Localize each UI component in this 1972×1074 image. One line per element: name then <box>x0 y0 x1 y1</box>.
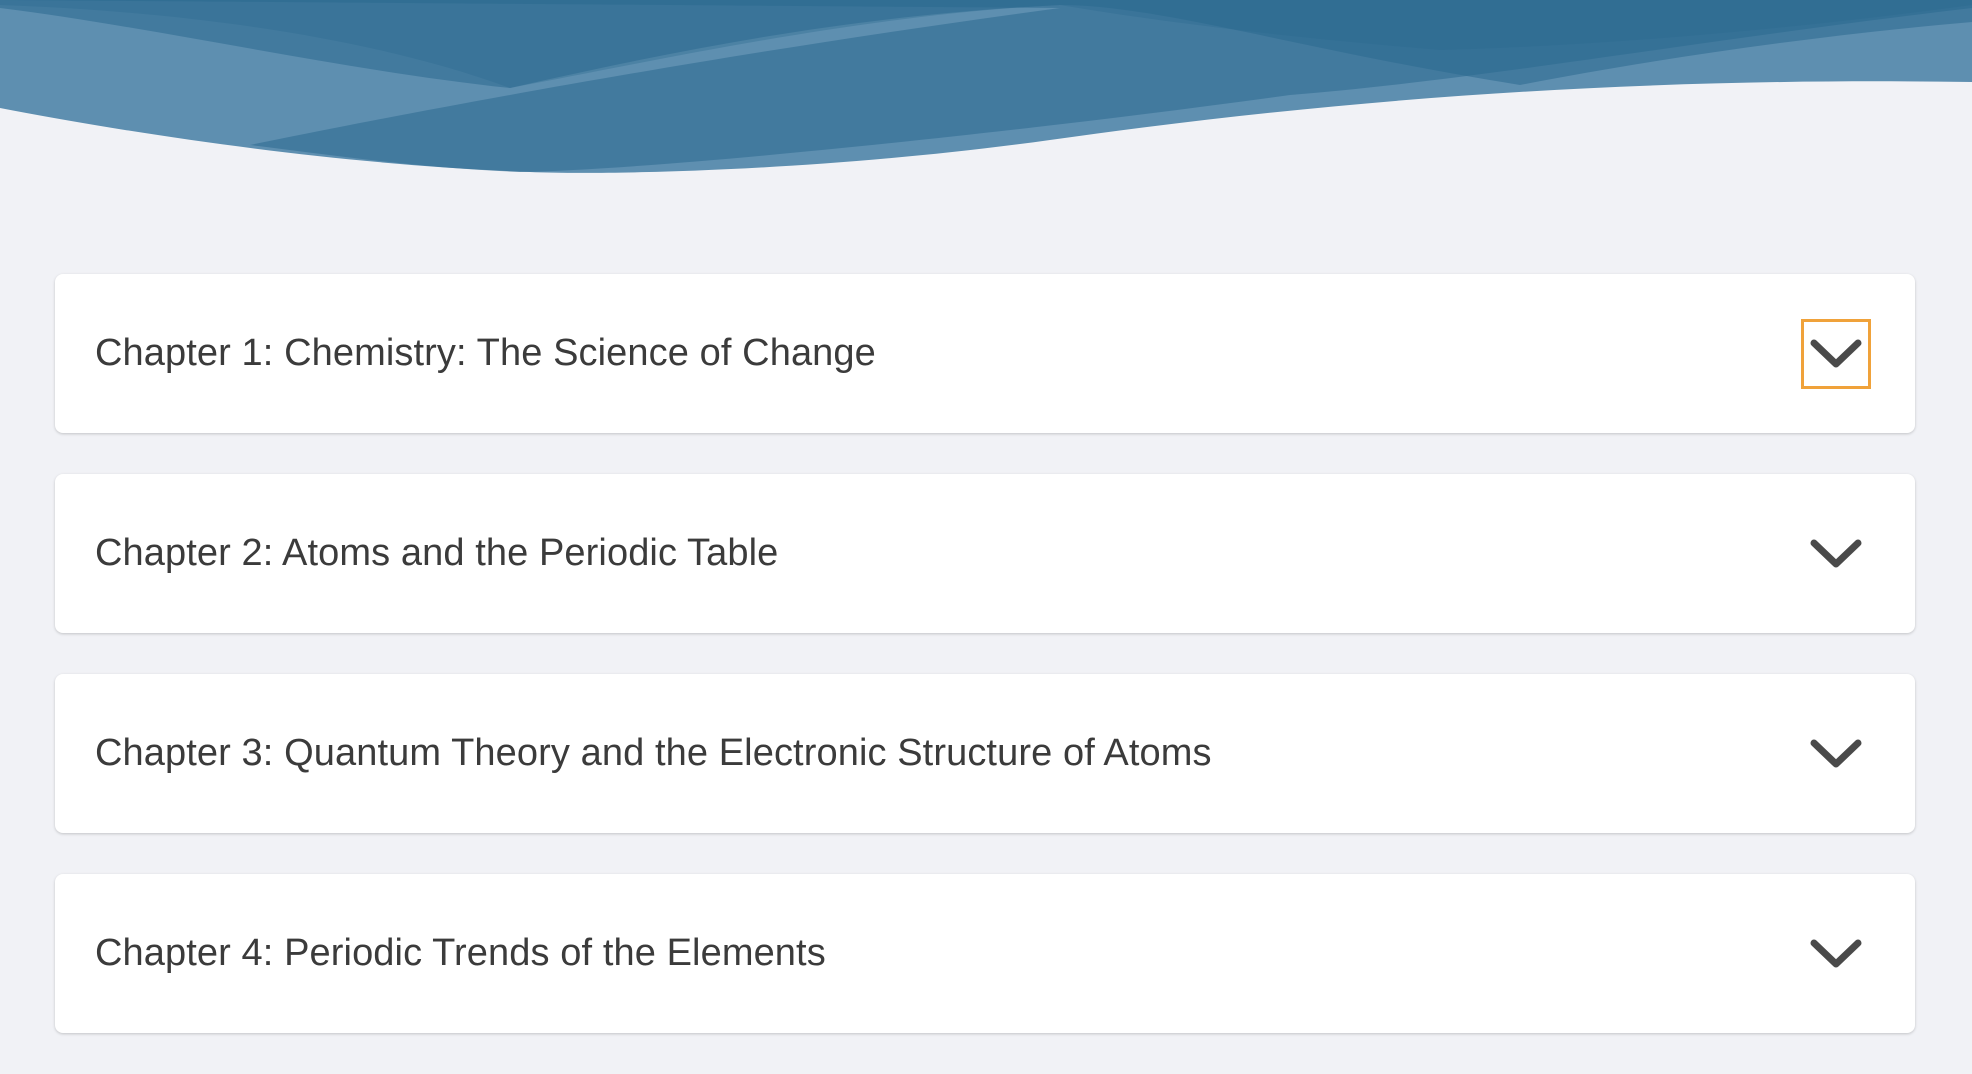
expand-toggle-button[interactable] <box>1801 519 1871 589</box>
chapter-accordion-item-4[interactable]: Chapter 4: Periodic Trends of the Elemen… <box>55 874 1915 1033</box>
chevron-down-icon <box>1810 939 1862 967</box>
expand-toggle-button[interactable] <box>1801 318 1871 389</box>
chapter-title: Chapter 4: Periodic Trends of the Elemen… <box>95 932 826 974</box>
chapter-accordion-item-2[interactable]: Chapter 2: Atoms and the Periodic Table <box>55 474 1915 633</box>
expand-toggle-button[interactable] <box>1801 919 1871 989</box>
chevron-down-icon <box>1810 339 1862 367</box>
chevron-down-icon <box>1810 739 1862 767</box>
chapter-title: Chapter 2: Atoms and the Periodic Table <box>95 532 779 574</box>
chapter-title: Chapter 3: Quantum Theory and the Electr… <box>95 732 1212 774</box>
chapter-list: Chapter 1: Chemistry: The Science of Cha… <box>55 274 1915 1074</box>
chapter-accordion-item-3[interactable]: Chapter 3: Quantum Theory and the Electr… <box>55 674 1915 833</box>
header-wave-banner <box>0 0 1972 180</box>
chevron-down-icon <box>1810 539 1862 567</box>
chapter-title: Chapter 1: Chemistry: The Science of Cha… <box>95 332 876 374</box>
expand-toggle-button[interactable] <box>1801 719 1871 789</box>
chapter-accordion-item-1[interactable]: Chapter 1: Chemistry: The Science of Cha… <box>55 274 1915 433</box>
